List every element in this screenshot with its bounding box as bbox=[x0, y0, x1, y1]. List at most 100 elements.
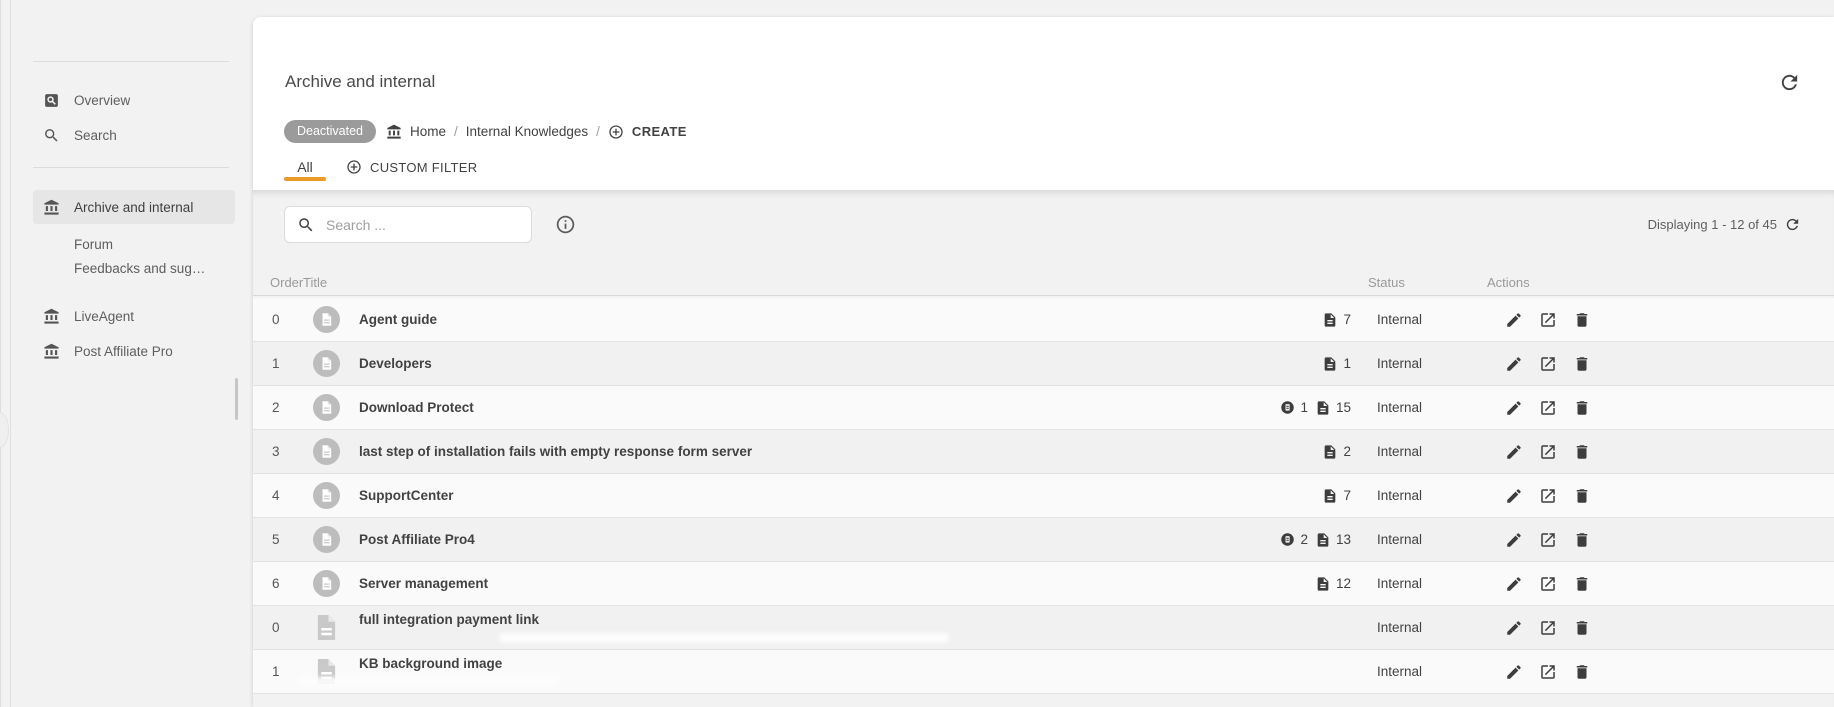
panel-header: Archive and internal Deactivated Home / … bbox=[253, 17, 1834, 190]
edit-icon[interactable] bbox=[1505, 399, 1523, 417]
table-row[interactable]: 5 Post Affiliate Pro4 2 13 Internal bbox=[253, 518, 1834, 562]
search-input[interactable] bbox=[324, 216, 519, 234]
sidebar-item-overview[interactable]: Overview bbox=[33, 88, 235, 112]
sidebar-item-label: Overview bbox=[74, 93, 130, 108]
sidebar-item-post-affiliate-pro[interactable]: Post Affiliate Pro bbox=[33, 339, 235, 363]
table-row[interactable]: 0 full integration payment link Internal bbox=[253, 606, 1834, 650]
main-panel: Archive and internal Deactivated Home / … bbox=[253, 17, 1834, 707]
row-title: Developers bbox=[359, 356, 432, 371]
delete-icon[interactable] bbox=[1573, 619, 1591, 637]
table-row[interactable]: 6 Server management 12 Internal bbox=[253, 562, 1834, 606]
row-order: 1 bbox=[269, 356, 313, 371]
delete-icon[interactable] bbox=[1573, 663, 1591, 681]
open-in-new-icon[interactable] bbox=[1539, 531, 1557, 549]
category-avatar-icon bbox=[313, 350, 340, 377]
open-in-new-icon[interactable] bbox=[1539, 487, 1557, 505]
row-title: Download Protect bbox=[359, 400, 474, 415]
row-status: Internal bbox=[1365, 620, 1487, 635]
edit-icon[interactable] bbox=[1505, 355, 1523, 373]
document-icon bbox=[1315, 576, 1331, 592]
open-in-new-icon[interactable] bbox=[1539, 399, 1557, 417]
row-status: Internal bbox=[1365, 444, 1487, 459]
row-badges: 1 15 bbox=[1280, 400, 1351, 416]
draft-circle-icon bbox=[1280, 400, 1295, 415]
displaying-text: Displaying 1 - 12 of 45 bbox=[1648, 217, 1777, 232]
category-avatar-icon bbox=[313, 306, 340, 333]
column-title: Title bbox=[303, 275, 1365, 290]
open-in-new-icon[interactable] bbox=[1539, 311, 1557, 329]
bank-icon bbox=[43, 308, 60, 325]
table-row[interactable]: 1 KB background image Internal bbox=[253, 650, 1834, 694]
drafts-count-value: 2 bbox=[1300, 532, 1308, 547]
row-actions bbox=[1487, 663, 1628, 681]
open-in-new-icon[interactable] bbox=[1539, 355, 1557, 373]
tab-custom-filter[interactable]: CUSTOM FILTER bbox=[346, 153, 477, 181]
edit-icon[interactable] bbox=[1505, 311, 1523, 329]
info-icon[interactable] bbox=[555, 214, 576, 235]
open-in-new-icon[interactable] bbox=[1539, 663, 1557, 681]
create-button[interactable]: CREATE bbox=[608, 124, 687, 140]
tab-all[interactable]: All bbox=[284, 153, 326, 181]
sidebar-scrollbar-thumb[interactable] bbox=[235, 378, 238, 420]
sidebar-item-forum[interactable]: Forum bbox=[33, 232, 235, 256]
articles-count: 7 bbox=[1322, 488, 1351, 504]
table-row[interactable]: 4 SupportCenter 7 Internal bbox=[253, 474, 1834, 518]
table-row[interactable]: 1 Developers 1 Internal bbox=[253, 342, 1834, 386]
row-title: Post Affiliate Pro4 bbox=[359, 532, 475, 547]
delete-icon[interactable] bbox=[1573, 355, 1591, 373]
articles-count-value: 12 bbox=[1336, 576, 1351, 591]
open-in-new-icon[interactable] bbox=[1539, 575, 1557, 593]
open-in-new-icon[interactable] bbox=[1539, 619, 1557, 637]
sidebar-item-liveagent[interactable]: LiveAgent bbox=[33, 304, 235, 328]
table-body: 0 Agent guide 7 Internal 1 Developers bbox=[253, 298, 1834, 707]
open-in-new-icon[interactable] bbox=[1539, 443, 1557, 461]
delete-icon[interactable] bbox=[1573, 443, 1591, 461]
row-badges: 2 13 bbox=[1280, 532, 1351, 548]
row-order: 2 bbox=[269, 400, 313, 415]
edit-icon[interactable] bbox=[1505, 663, 1523, 681]
edit-icon[interactable] bbox=[1505, 619, 1523, 637]
breadcrumb-section[interactable]: Internal Knowledges bbox=[466, 124, 588, 139]
sidebar-item-label: Feedbacks and sug… bbox=[74, 261, 205, 276]
edit-icon[interactable] bbox=[1505, 575, 1523, 593]
article-sheet-icon bbox=[315, 614, 338, 641]
refresh-list-icon[interactable] bbox=[1784, 216, 1801, 233]
breadcrumb-home[interactable]: Home bbox=[410, 124, 446, 139]
sidebar-item-feedbacks-and-sug[interactable]: Feedbacks and sug… bbox=[33, 256, 235, 280]
articles-count-value: 13 bbox=[1336, 532, 1351, 547]
drafts-count-value: 1 bbox=[1300, 400, 1308, 415]
table-row[interactable]: 0 Agent guide 7 Internal bbox=[253, 298, 1834, 342]
articles-count: 2 bbox=[1322, 444, 1351, 460]
articles-count: 13 bbox=[1315, 532, 1351, 548]
delete-icon[interactable] bbox=[1573, 399, 1591, 417]
delete-icon[interactable] bbox=[1573, 575, 1591, 593]
plus-circle-icon bbox=[346, 159, 362, 175]
draft-circle-icon bbox=[1280, 532, 1295, 547]
edit-icon[interactable] bbox=[1505, 443, 1523, 461]
row-status: Internal bbox=[1365, 312, 1487, 327]
drafts-count: 1 bbox=[1280, 400, 1308, 415]
table-row[interactable]: 2 Download Protect 1 15 Internal bbox=[253, 386, 1834, 430]
sidebar: Overview Search Archive and internal Forum… bbox=[0, 0, 253, 707]
delete-icon[interactable] bbox=[1573, 487, 1591, 505]
page-title: Archive and internal bbox=[285, 72, 435, 92]
category-avatar-icon bbox=[313, 394, 340, 421]
articles-count-value: 2 bbox=[1343, 444, 1351, 459]
sidebar-item-label: Forum bbox=[74, 237, 113, 252]
table-row[interactable]: 3 last step of installation fails with e… bbox=[253, 430, 1834, 474]
edit-icon[interactable] bbox=[1505, 487, 1523, 505]
drafts-count: 2 bbox=[1280, 532, 1308, 547]
edit-icon[interactable] bbox=[1505, 531, 1523, 549]
overview-icon bbox=[43, 92, 60, 109]
delete-icon[interactable] bbox=[1573, 311, 1591, 329]
row-title: last step of installation fails with emp… bbox=[359, 444, 752, 459]
document-icon bbox=[1315, 400, 1331, 416]
sidebar-item-archive-and-internal[interactable]: Archive and internal bbox=[33, 190, 235, 224]
pagination-info: Displaying 1 - 12 of 45 bbox=[1648, 216, 1801, 233]
toolbar: Displaying 1 - 12 of 45 bbox=[284, 206, 1801, 243]
status-badge: Deactivated bbox=[284, 120, 376, 143]
sidebar-item-search[interactable]: Search bbox=[33, 123, 235, 147]
refresh-icon[interactable] bbox=[1778, 71, 1801, 94]
row-badges: 2 bbox=[1322, 444, 1351, 460]
delete-icon[interactable] bbox=[1573, 531, 1591, 549]
